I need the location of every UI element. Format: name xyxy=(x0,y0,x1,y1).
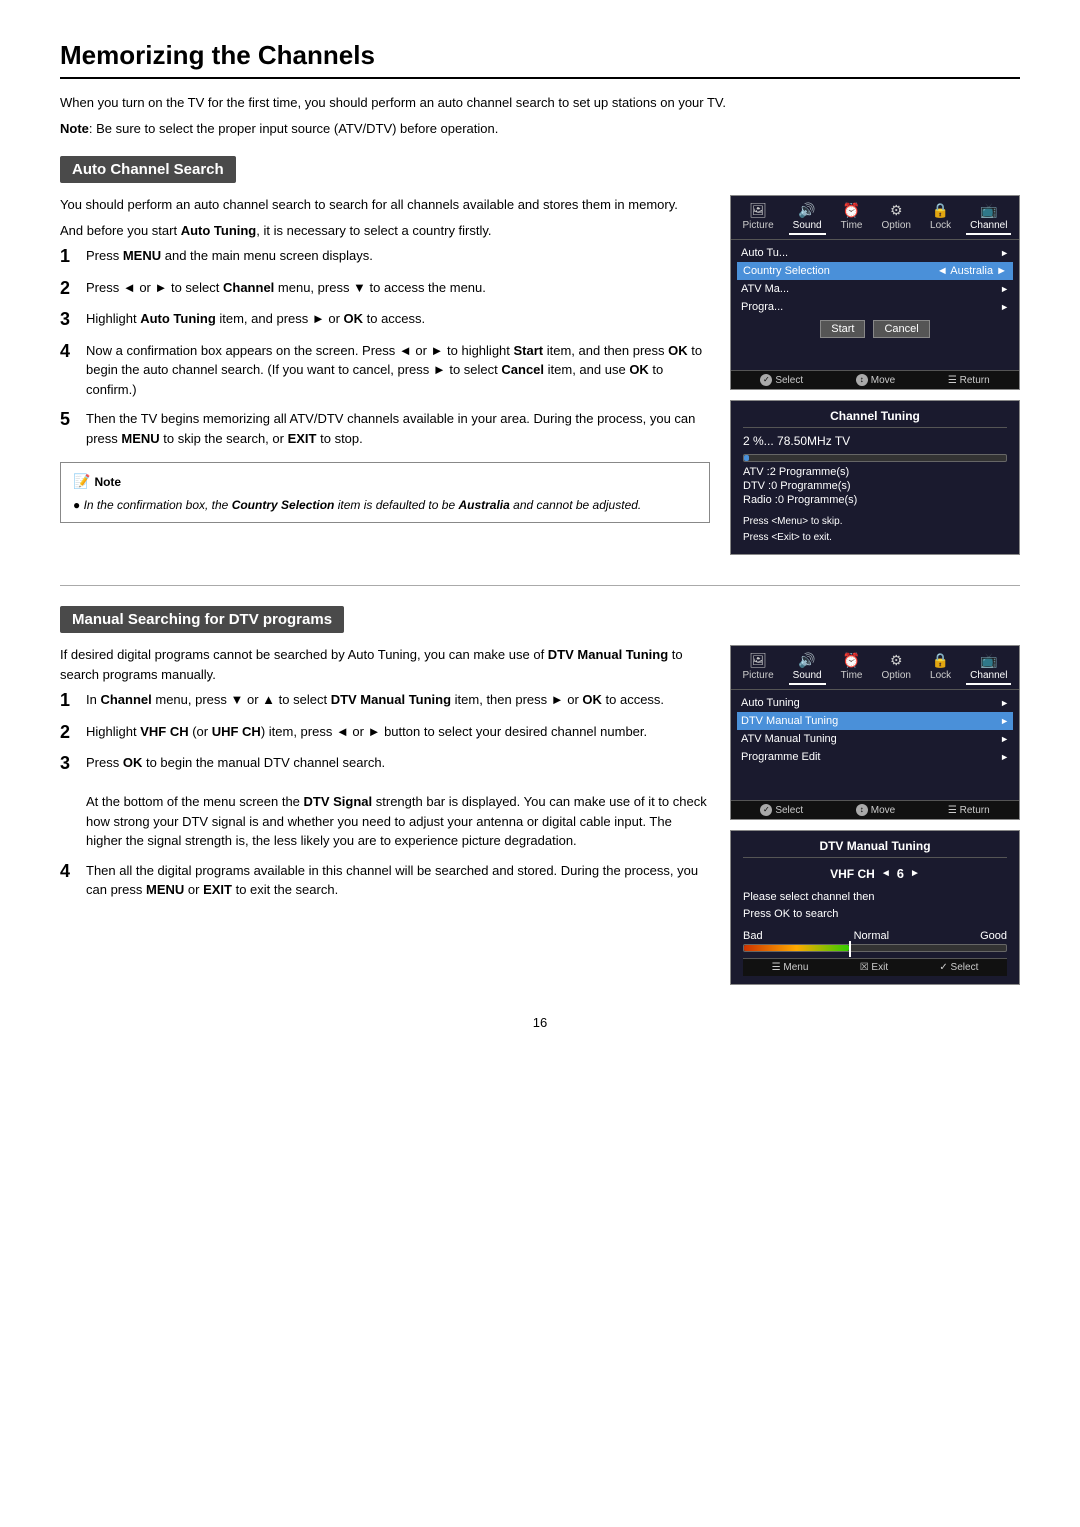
dtv-footer-menu: ☰ Menu xyxy=(772,962,809,973)
tv-panel-1-footer: ✓ Select ↕ Move ☰ Return xyxy=(731,370,1019,389)
channel-tuning-title: Channel Tuning xyxy=(743,409,1007,428)
signal-good: Good xyxy=(980,930,1007,942)
page-number: 16 xyxy=(60,1015,1020,1030)
section2: Manual Searching for DTV programs If des… xyxy=(60,606,1020,985)
dtv-channel-panel: DTV Manual Tuning VHF CH ◄ 6 ► Please se… xyxy=(730,830,1020,985)
menu-atv: ATV Ma...► xyxy=(737,280,1013,298)
signal-bar-track xyxy=(743,944,1007,952)
dtv-panel-title: DTV Manual Tuning xyxy=(743,839,1007,858)
dtv-footer-select: ✓ Select xyxy=(939,962,978,973)
section2-title: Manual Searching for DTV programs xyxy=(60,606,344,633)
section1-left: You should perform an auto channel searc… xyxy=(60,195,710,555)
press-select-text: Please select channel then Press OK to s… xyxy=(743,889,1007,922)
signal-bar-area: Bad Normal Good xyxy=(743,930,1007,952)
start-cancel-row: Start Cancel xyxy=(737,316,1013,342)
section2-steps: 1 In Channel menu, press ▼ or ▲ to selec… xyxy=(60,690,710,900)
radio-line: Radio :0 Programme(s) xyxy=(743,494,1007,506)
dtv-line: DTV :0 Programme(s) xyxy=(743,480,1007,492)
section-separator xyxy=(60,585,1020,586)
note-text: ● In the confirmation box, the Country S… xyxy=(73,496,697,514)
atv-line: ATV :2 Programme(s) xyxy=(743,466,1007,478)
section1-title: Auto Channel Search xyxy=(60,156,236,183)
tv-panel-2-body: Auto Tuning► DTV Manual Tuning► ATV Manu… xyxy=(731,690,1019,800)
menu2-auto-tuning: Auto Tuning► xyxy=(737,694,1013,712)
menu-programme: Progra...► xyxy=(737,298,1013,316)
press-info: Press <Menu> to skip. Press <Exit> to ex… xyxy=(743,514,1007,546)
progress-bar-fill xyxy=(744,455,749,461)
cancel-button[interactable]: Cancel xyxy=(873,320,929,338)
vhf-right-arrow[interactable]: ► xyxy=(910,868,920,879)
step2-4: 4 Then all the digital programs availabl… xyxy=(60,861,710,900)
menu-auto-tuning: Auto Tu...► xyxy=(737,244,1013,262)
intro-note: Note: Be sure to select the proper input… xyxy=(60,119,1020,139)
vhf-number: 6 xyxy=(897,866,904,881)
section1-content: You should perform an auto channel searc… xyxy=(60,195,1020,555)
vhf-row: VHF CH ◄ 6 ► xyxy=(743,866,1007,881)
signal-bad: Bad xyxy=(743,930,763,942)
step2-3: 3 Press OK to begin the manual DTV chann… xyxy=(60,753,710,851)
note-box: 📝 Note ● In the confirmation box, the Co… xyxy=(60,462,710,523)
tab2-picture: 🖼 Picture xyxy=(739,650,778,685)
menu2-atv-manual: ATV Manual Tuning► xyxy=(737,730,1013,748)
tab2-time: ⏰ Time xyxy=(837,650,867,685)
page-title: Memorizing the Channels xyxy=(60,40,1020,79)
section2-left: If desired digital programs cannot be se… xyxy=(60,645,710,985)
signal-normal: Normal xyxy=(854,930,889,942)
tab2-sound: 🔊 Sound xyxy=(789,650,826,685)
section2-desc: If desired digital programs cannot be se… xyxy=(60,645,710,684)
freq-line: 2 %... 78.50MHz TV xyxy=(743,434,1007,448)
tab2-lock: 🔒 Lock xyxy=(926,650,955,685)
section2-right: 🖼 Picture 🔊 Sound ⏰ Time ⚙ Option xyxy=(730,645,1020,985)
step-2: 2 Press ◄ or ► to select Channel menu, p… xyxy=(60,278,710,300)
step-5: 5 Then the TV begins memorizing all ATV/… xyxy=(60,409,710,448)
signal-bar-fill xyxy=(744,945,849,951)
signal-marker xyxy=(849,941,851,957)
intro-text: When you turn on the TV for the first ti… xyxy=(60,93,1020,113)
tv-panel-2-header: 🖼 Picture 🔊 Sound ⏰ Time ⚙ Option xyxy=(731,646,1019,690)
tv-panel-1: 🖼 Picture 🔊 Sound ⏰ Time ⚙ Option xyxy=(730,195,1020,390)
tab2-option: ⚙ Option xyxy=(878,650,915,685)
tab2-channel: 📺 Channel xyxy=(966,650,1011,685)
step-4: 4 Now a confirmation box appears on the … xyxy=(60,341,710,400)
note-icon: 📝 xyxy=(73,471,90,492)
tv-panel-2-footer: ✓ Select ↕ Move ☰ Return xyxy=(731,800,1019,819)
section1-desc: You should perform an auto channel searc… xyxy=(60,195,710,215)
channel-tuning-panel: Channel Tuning 2 %... 78.50MHz TV ATV :2… xyxy=(730,400,1020,555)
tab-sound: 🔊 Sound xyxy=(789,200,826,235)
tab-channel: 📺 Channel xyxy=(966,200,1011,235)
section1-steps: 1 Press MENU and the main menu screen di… xyxy=(60,246,710,448)
section2-content: If desired digital programs cannot be se… xyxy=(60,645,1020,985)
menu2-dtv-manual: DTV Manual Tuning► xyxy=(737,712,1013,730)
section1: Auto Channel Search You should perform a… xyxy=(60,156,1020,555)
signal-labels: Bad Normal Good xyxy=(743,930,1007,942)
tab-time: ⏰ Time xyxy=(837,200,867,235)
tab-option: ⚙ Option xyxy=(878,200,915,235)
tv-panel-1-body: Auto Tu...► Country Selection ◄ Australi… xyxy=(731,240,1019,370)
step2-1: 1 In Channel menu, press ▼ or ▲ to selec… xyxy=(60,690,710,712)
tv-panel-1-header: 🖼 Picture 🔊 Sound ⏰ Time ⚙ Option xyxy=(731,196,1019,240)
tv-panel-2: 🖼 Picture 🔊 Sound ⏰ Time ⚙ Option xyxy=(730,645,1020,820)
step-1: 1 Press MENU and the main menu screen di… xyxy=(60,246,710,268)
start-button[interactable]: Start xyxy=(820,320,865,338)
menu2-programme-edit: Programme Edit► xyxy=(737,748,1013,766)
step-3: 3 Highlight Auto Tuning item, and press … xyxy=(60,309,710,331)
progress-bar xyxy=(743,454,1007,462)
note-title: 📝 Note xyxy=(73,471,697,492)
section1-desc2: And before you start Auto Tuning, it is … xyxy=(60,221,710,241)
step2-2: 2 Highlight VHF CH (or UHF CH) item, pre… xyxy=(60,722,710,744)
vhf-left-arrow[interactable]: ◄ xyxy=(881,868,891,879)
section1-right: 🖼 Picture 🔊 Sound ⏰ Time ⚙ Option xyxy=(730,195,1020,555)
tab-picture: 🖼 Picture xyxy=(739,200,778,235)
tab-lock: 🔒 Lock xyxy=(926,200,955,235)
dtv-footer-exit: ☒ Exit xyxy=(860,962,888,973)
menu-country-selection: Country Selection ◄ Australia ► xyxy=(737,262,1013,280)
dtv-panel-footer: ☰ Menu ☒ Exit ✓ Select xyxy=(743,958,1007,976)
